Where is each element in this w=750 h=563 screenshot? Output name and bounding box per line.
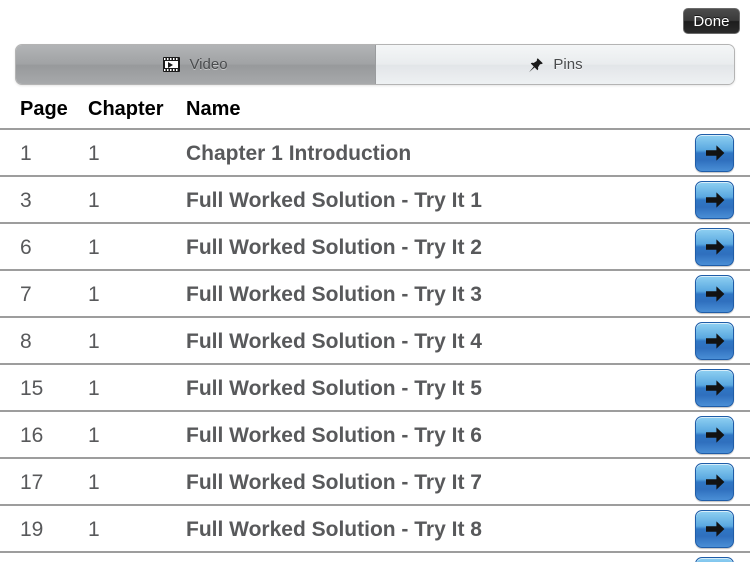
app-screen: Done Video Pins Page Chapter Name 1 1 Ch… <box>0 0 750 563</box>
cell-page: 6 <box>20 236 32 259</box>
cell-name: Full Worked Solution - Try It 7 <box>186 471 482 494</box>
top-bar: Done <box>0 0 750 40</box>
cell-name: Full Worked Solution - Try It 5 <box>186 377 482 400</box>
tab-video[interactable]: Video <box>16 45 376 84</box>
table-header-row: Page Chapter Name <box>0 92 750 130</box>
cell-page: 15 <box>20 377 44 400</box>
cell-chapter: 1 <box>88 377 100 400</box>
go-to-video-button[interactable] <box>695 275 734 313</box>
table-row[interactable]: 19 1 Full Worked Solution - Try It 8 <box>0 506 750 553</box>
arrow-right-icon <box>705 333 724 349</box>
cell-page: 7 <box>20 283 32 306</box>
arrow-right-icon <box>705 521 724 537</box>
cell-page: 19 <box>20 518 44 541</box>
table-row[interactable]: 3 1 Full Worked Solution - Try It 1 <box>0 177 750 224</box>
done-button[interactable]: Done <box>683 8 740 34</box>
pushpin-icon <box>528 57 544 73</box>
tab-video-label: Video <box>189 56 228 73</box>
go-to-video-button[interactable] <box>695 510 734 548</box>
table-row[interactable]: 8 1 Full Worked Solution - Try It 4 <box>0 318 750 365</box>
table-row[interactable]: 1 1 Chapter 1 Introduction <box>0 130 750 177</box>
table-row[interactable]: 15 1 Full Worked Solution - Try It 5 <box>0 365 750 412</box>
cell-name: Chapter 1 Introduction <box>186 142 412 165</box>
cell-chapter: 1 <box>88 189 100 212</box>
cell-page: 16 <box>20 424 44 447</box>
film-icon <box>163 57 181 72</box>
column-header-page: Page <box>20 98 68 120</box>
table-row[interactable]: 16 1 Full Worked Solution - Try It 6 <box>0 412 750 459</box>
cell-page: 3 <box>20 189 32 212</box>
go-to-video-button[interactable] <box>695 134 734 172</box>
go-to-video-button[interactable] <box>695 557 734 562</box>
table-row[interactable]: 17 1 Full Worked Solution - Try It 7 <box>0 459 750 506</box>
cell-chapter: 1 <box>88 518 100 541</box>
cell-page: 8 <box>20 330 32 353</box>
go-to-video-button[interactable] <box>695 181 734 219</box>
cell-page: 17 <box>20 471 44 494</box>
cell-page: 1 <box>20 142 32 165</box>
column-header-name: Name <box>186 98 241 120</box>
arrow-right-icon <box>705 192 724 208</box>
cell-name: Full Worked Solution - Try It 8 <box>186 518 482 541</box>
cell-chapter: 1 <box>88 236 100 259</box>
cell-chapter: 1 <box>88 142 100 165</box>
tab-pins[interactable]: Pins <box>376 45 734 84</box>
cell-name: Full Worked Solution - Try It 1 <box>186 189 482 212</box>
cell-name: Full Worked Solution - Try It 2 <box>186 236 482 259</box>
cell-chapter: 1 <box>88 283 100 306</box>
arrow-right-icon <box>705 239 724 255</box>
cell-chapter: 1 <box>88 424 100 447</box>
cell-name: Full Worked Solution - Try It 6 <box>186 424 482 447</box>
go-to-video-button[interactable] <box>695 463 734 501</box>
go-to-video-button[interactable] <box>695 369 734 407</box>
table-row[interactable]: 6 1 Full Worked Solution - Try It 2 <box>0 224 750 271</box>
arrow-right-icon <box>705 286 724 302</box>
cell-chapter: 1 <box>88 471 100 494</box>
arrow-right-icon <box>705 474 724 490</box>
cell-chapter: 1 <box>88 330 100 353</box>
go-to-video-button[interactable] <box>695 322 734 360</box>
column-header-chapter: Chapter <box>88 98 164 120</box>
tab-pins-label: Pins <box>553 56 583 73</box>
go-to-video-button[interactable] <box>695 228 734 266</box>
arrow-right-icon <box>705 380 724 396</box>
table-body: 1 1 Chapter 1 Introduction 3 1 Full Worked So… <box>0 130 750 562</box>
index-table: Page Chapter Name 1 1 Chapter 1 Introducti… <box>0 92 750 562</box>
table-row[interactable]: 7 1 Full Worked Solution - Try It 3 <box>0 271 750 318</box>
go-to-video-button[interactable] <box>695 416 734 454</box>
cell-name: Full Worked Solution - Try It 3 <box>186 283 482 306</box>
cell-name: Full Worked Solution - Try It 4 <box>186 330 482 353</box>
arrow-right-icon <box>705 145 724 161</box>
segmented-control[interactable]: Video Pins <box>15 44 735 85</box>
table-row[interactable] <box>0 553 750 562</box>
arrow-right-icon <box>705 427 724 443</box>
